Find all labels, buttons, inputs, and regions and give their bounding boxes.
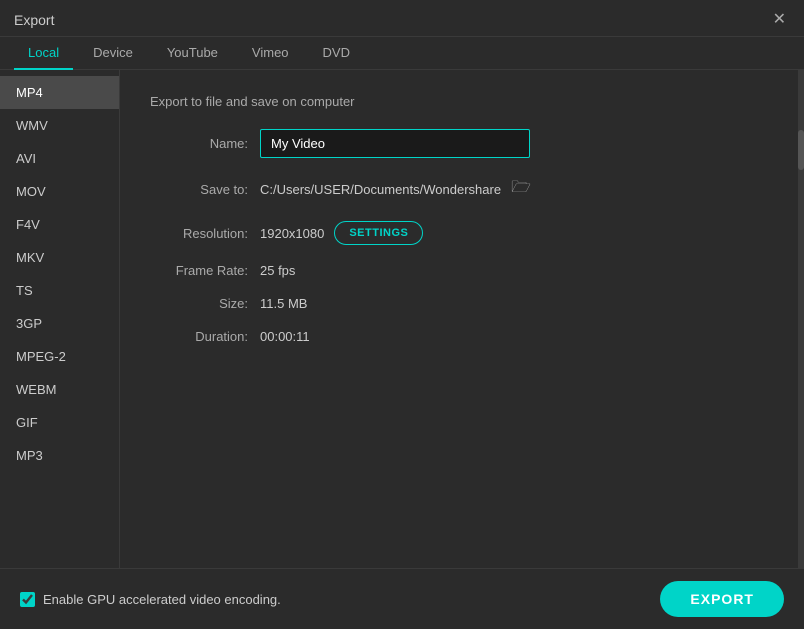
duration-row: Duration: 00:00:11 xyxy=(150,329,768,344)
export-button[interactable]: EXPORT xyxy=(660,581,784,617)
gpu-option: Enable GPU accelerated video encoding. xyxy=(20,592,281,607)
folder-icon[interactable]: 🗁 xyxy=(511,176,531,203)
sidebar-item-mpeg2[interactable]: MPEG-2 xyxy=(0,340,119,373)
name-row: Name: xyxy=(150,129,768,158)
save-to-label: Save to: xyxy=(150,182,260,197)
sidebar-item-avi[interactable]: AVI xyxy=(0,142,119,175)
tab-local[interactable]: Local xyxy=(14,37,73,70)
gpu-checkbox[interactable] xyxy=(20,592,35,607)
tab-youtube[interactable]: YouTube xyxy=(153,37,232,70)
sidebar-item-mov[interactable]: MOV xyxy=(0,175,119,208)
title-bar: Export ✕ xyxy=(0,0,804,37)
sidebar-item-wmv[interactable]: WMV xyxy=(0,109,119,142)
format-sidebar: MP4 WMV AVI MOV F4V MKV TS 3GP MPEG-2 WE… xyxy=(0,70,120,568)
form-table: Name: Save to: C:/Users/USER/Documents/W… xyxy=(150,129,768,344)
duration-value-wrap: 00:00:11 xyxy=(260,329,310,344)
frame-rate-label: Frame Rate: xyxy=(150,263,260,278)
section-title: Export to file and save on computer xyxy=(150,94,768,109)
sidebar-item-3gp[interactable]: 3GP xyxy=(0,307,119,340)
size-value: 11.5 MB xyxy=(260,296,307,311)
export-settings-panel: Export to file and save on computer Name… xyxy=(120,70,798,568)
size-row: Size: 11.5 MB xyxy=(150,296,768,311)
name-label: Name: xyxy=(150,136,260,151)
size-value-wrap: 11.5 MB xyxy=(260,296,307,311)
window-title: Export xyxy=(14,12,54,28)
sidebar-item-mp3[interactable]: MP3 xyxy=(0,439,119,472)
resolution-label: Resolution: xyxy=(150,226,260,241)
duration-value: 00:00:11 xyxy=(260,329,310,344)
name-value-wrap xyxy=(260,129,530,158)
tab-vimeo[interactable]: Vimeo xyxy=(238,37,303,70)
sidebar-item-mp4[interactable]: MP4 xyxy=(0,76,119,109)
frame-rate-value: 25 fps xyxy=(260,263,295,278)
save-to-path: C:/Users/USER/Documents/Wondershare xyxy=(260,182,501,197)
duration-label: Duration: xyxy=(150,329,260,344)
resolution-row: Resolution: 1920x1080 SETTINGS xyxy=(150,221,768,245)
settings-button[interactable]: SETTINGS xyxy=(334,221,423,245)
sidebar-item-gif[interactable]: GIF xyxy=(0,406,119,439)
sidebar-item-ts[interactable]: TS xyxy=(0,274,119,307)
save-to-row: Save to: C:/Users/USER/Documents/Wonders… xyxy=(150,176,768,203)
frame-rate-row: Frame Rate: 25 fps xyxy=(150,263,768,278)
gpu-label[interactable]: Enable GPU accelerated video encoding. xyxy=(43,592,281,607)
tab-bar: Local Device YouTube Vimeo DVD xyxy=(0,37,804,70)
save-to-value-wrap: C:/Users/USER/Documents/Wondershare 🗁 xyxy=(260,176,531,203)
tab-device[interactable]: Device xyxy=(79,37,147,70)
bottom-bar: Enable GPU accelerated video encoding. E… xyxy=(0,568,804,629)
sidebar-item-webm[interactable]: WEBM xyxy=(0,373,119,406)
main-content: MP4 WMV AVI MOV F4V MKV TS 3GP MPEG-2 WE… xyxy=(0,70,804,568)
sidebar-item-mkv[interactable]: MKV xyxy=(0,241,119,274)
scrollbar[interactable] xyxy=(798,70,804,568)
scroll-thumb[interactable] xyxy=(798,130,804,170)
tab-dvd[interactable]: DVD xyxy=(309,37,364,70)
close-button[interactable]: ✕ xyxy=(769,10,790,30)
frame-rate-value-wrap: 25 fps xyxy=(260,263,295,278)
name-input[interactable] xyxy=(260,129,530,158)
sidebar-item-f4v[interactable]: F4V xyxy=(0,208,119,241)
export-window: Export ✕ Local Device YouTube Vimeo DVD … xyxy=(0,0,804,629)
size-label: Size: xyxy=(150,296,260,311)
resolution-value: 1920x1080 xyxy=(260,226,324,241)
resolution-value-wrap: 1920x1080 SETTINGS xyxy=(260,221,423,245)
